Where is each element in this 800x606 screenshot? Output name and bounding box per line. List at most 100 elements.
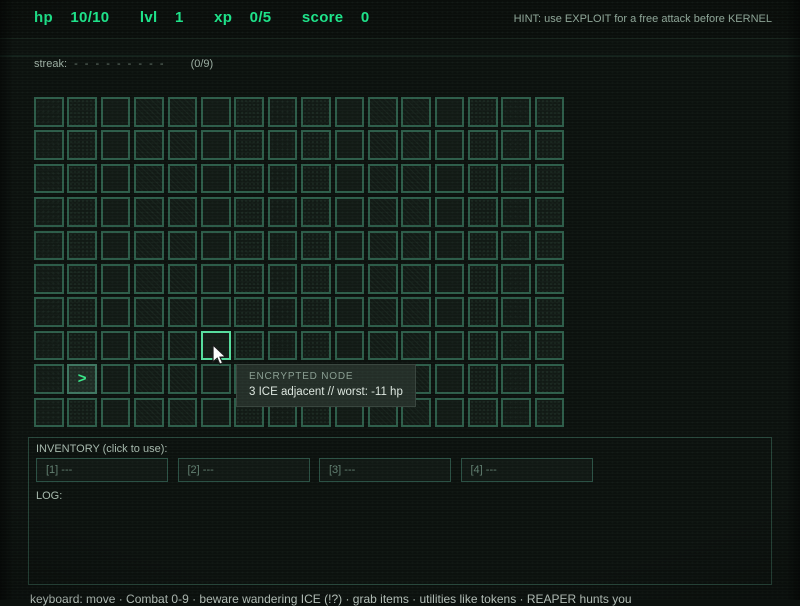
grid-cell[interactable] <box>167 97 198 127</box>
grid-cell[interactable] <box>468 330 498 361</box>
grid-cell[interactable] <box>234 230 264 261</box>
grid-cell[interactable] <box>534 230 565 261</box>
grid-cell[interactable] <box>134 297 164 327</box>
grid-cell[interactable] <box>34 197 64 227</box>
grid-cell[interactable] <box>367 330 398 361</box>
grid-cell[interactable] <box>34 163 64 194</box>
grid-cell[interactable] <box>234 330 264 361</box>
grid-cell[interactable] <box>468 97 498 127</box>
grid-cell[interactable] <box>100 263 131 294</box>
grid-cell[interactable] <box>434 330 465 361</box>
grid-cell[interactable] <box>334 197 365 227</box>
grid-cell[interactable] <box>501 364 532 394</box>
grid-cell[interactable] <box>501 197 532 227</box>
grid-cell[interactable] <box>334 230 365 261</box>
player-cell[interactable]: > <box>67 364 97 394</box>
grid-cell[interactable] <box>301 197 331 227</box>
grid-cell[interactable] <box>134 97 164 127</box>
grid-cell[interactable] <box>200 130 231 160</box>
grid-cell[interactable] <box>401 230 431 261</box>
grid-cell[interactable] <box>468 130 498 160</box>
grid-cell[interactable] <box>434 364 465 394</box>
grid-cell[interactable] <box>200 297 231 327</box>
grid-cell[interactable] <box>67 197 97 227</box>
grid-cell[interactable] <box>334 130 365 160</box>
grid-cell[interactable] <box>34 263 64 294</box>
grid-cell[interactable] <box>200 230 231 261</box>
grid-cell[interactable] <box>501 297 532 327</box>
grid-cell[interactable] <box>234 263 264 294</box>
grid-cell[interactable] <box>134 397 164 428</box>
grid-cell[interactable] <box>534 97 565 127</box>
grid-cell[interactable] <box>167 130 198 160</box>
grid-cell[interactable] <box>134 230 164 261</box>
grid-cell[interactable] <box>434 197 465 227</box>
grid-cell[interactable] <box>167 364 198 394</box>
grid-cell[interactable] <box>134 364 164 394</box>
inventory-slot-2[interactable]: [2] --- <box>177 458 310 482</box>
grid-cell[interactable] <box>267 130 298 160</box>
grid-cell[interactable] <box>468 163 498 194</box>
grid-cell[interactable] <box>367 197 398 227</box>
grid-cell[interactable] <box>100 297 131 327</box>
grid-cell[interactable] <box>534 197 565 227</box>
grid-cell[interactable] <box>167 397 198 428</box>
grid-cell[interactable] <box>434 230 465 261</box>
grid-cell[interactable] <box>267 297 298 327</box>
grid-cell[interactable] <box>434 163 465 194</box>
grid-cell[interactable] <box>301 230 331 261</box>
grid-cell[interactable] <box>334 97 365 127</box>
grid-cell[interactable] <box>200 397 231 428</box>
grid-cell[interactable] <box>67 330 97 361</box>
grid-cell[interactable] <box>434 97 465 127</box>
grid-cell[interactable] <box>434 297 465 327</box>
grid-cell[interactable] <box>401 97 431 127</box>
grid-cell[interactable] <box>167 330 198 361</box>
grid-cell[interactable] <box>401 263 431 294</box>
grid-cell[interactable] <box>134 197 164 227</box>
grid-cell[interactable] <box>100 197 131 227</box>
grid-cell[interactable] <box>100 97 131 127</box>
grid-cell[interactable] <box>434 130 465 160</box>
grid-cell[interactable] <box>468 197 498 227</box>
grid-cell[interactable] <box>367 130 398 160</box>
grid-cell[interactable] <box>534 397 565 428</box>
grid-cell[interactable] <box>468 230 498 261</box>
grid-cell[interactable] <box>401 330 431 361</box>
grid-cell[interactable] <box>534 297 565 327</box>
grid-cell[interactable] <box>334 297 365 327</box>
grid-cell[interactable] <box>34 397 64 428</box>
grid-cell[interactable] <box>468 364 498 394</box>
grid-cell[interactable] <box>34 97 64 127</box>
grid-cell[interactable] <box>367 97 398 127</box>
grid-cell[interactable] <box>534 130 565 160</box>
grid-cell[interactable] <box>167 163 198 194</box>
grid-cell[interactable] <box>301 163 331 194</box>
grid-cell[interactable] <box>434 263 465 294</box>
grid-cell[interactable] <box>334 163 365 194</box>
grid-cell[interactable] <box>301 263 331 294</box>
grid-cell[interactable] <box>267 163 298 194</box>
grid-cell[interactable] <box>67 297 97 327</box>
grid-cell[interactable] <box>534 163 565 194</box>
grid-cell[interactable] <box>267 197 298 227</box>
inventory-slot-4[interactable]: [4] --- <box>460 458 593 482</box>
grid-cell[interactable] <box>67 97 97 127</box>
hovered-cell[interactable] <box>200 330 231 361</box>
grid-cell[interactable] <box>234 197 264 227</box>
grid-cell[interactable] <box>501 263 532 294</box>
grid-cell[interactable] <box>167 197 198 227</box>
grid-cell[interactable] <box>34 364 64 394</box>
grid-cell[interactable] <box>468 397 498 428</box>
grid-cell[interactable] <box>100 130 131 160</box>
grid-cell[interactable] <box>167 297 198 327</box>
grid-cell[interactable] <box>501 97 532 127</box>
grid-cell[interactable] <box>468 263 498 294</box>
grid-cell[interactable] <box>301 130 331 160</box>
grid-cell[interactable] <box>34 130 64 160</box>
grid-cell[interactable] <box>134 130 164 160</box>
grid-cell[interactable] <box>401 197 431 227</box>
inventory-slot-3[interactable]: [3] --- <box>319 458 451 482</box>
grid-cell[interactable] <box>67 230 97 261</box>
grid-cell[interactable] <box>401 163 431 194</box>
